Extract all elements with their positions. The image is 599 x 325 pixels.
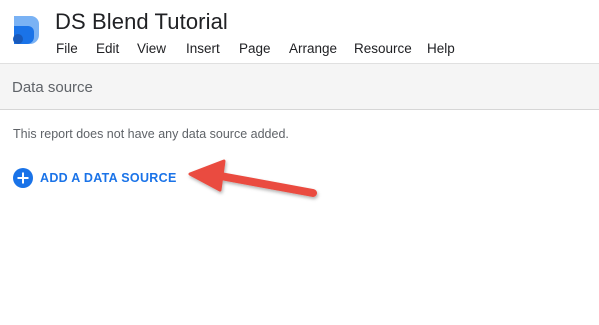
menu-resource[interactable]: Resource	[354, 40, 412, 57]
empty-state-message: This report does not have any data sourc…	[13, 127, 289, 141]
pointer-arrow-icon	[188, 159, 317, 197]
add-data-source-label: ADD A DATA SOURCE	[40, 171, 177, 185]
menu-help[interactable]: Help	[427, 40, 455, 57]
menu-edit[interactable]: Edit	[96, 40, 119, 57]
menu-arrange[interactable]: Arrange	[289, 40, 337, 57]
panel-title: Data source	[12, 79, 93, 96]
plus-circle-icon	[13, 168, 33, 188]
menu-insert[interactable]: Insert	[186, 40, 220, 57]
menu-view[interactable]: View	[137, 40, 166, 57]
data-studio-logo-icon[interactable]	[11, 13, 41, 47]
menu-file[interactable]: File	[56, 40, 78, 57]
data-source-panel-header: Data source	[0, 64, 599, 110]
report-title[interactable]: DS Blend Tutorial	[55, 9, 228, 35]
top-bar: DS Blend Tutorial File Edit View Insert …	[0, 0, 599, 64]
menu-page[interactable]: Page	[239, 40, 271, 57]
add-data-source-button[interactable]: ADD A DATA SOURCE	[13, 167, 177, 189]
